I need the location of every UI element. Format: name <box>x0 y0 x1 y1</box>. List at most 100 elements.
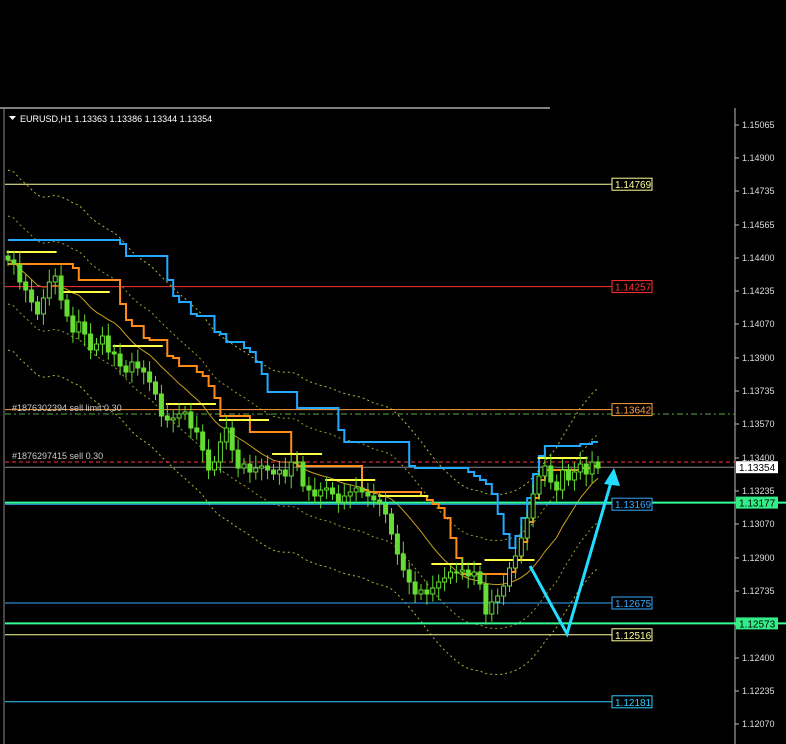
candle-body <box>589 461 595 475</box>
y-tick-label: 1.14070 <box>742 319 775 329</box>
candle-body <box>194 427 200 433</box>
candle-body <box>40 297 46 315</box>
candle-body <box>288 461 294 477</box>
y-tick-label: 1.13900 <box>742 353 775 363</box>
candle-body <box>212 461 217 471</box>
candle-body <box>153 381 158 395</box>
candle-body <box>306 485 312 491</box>
candle-body <box>448 571 453 579</box>
candle-body <box>206 449 212 471</box>
y-tick-label: 1.12235 <box>742 686 775 696</box>
candle-body <box>23 281 29 291</box>
candle-body <box>477 571 483 585</box>
candle-body <box>394 533 400 555</box>
candle-body <box>52 275 58 283</box>
candle-body <box>383 503 389 515</box>
candle-body <box>99 335 105 345</box>
candle-body <box>554 481 560 491</box>
candle-body <box>247 463 253 473</box>
candle-body <box>265 465 271 471</box>
candle-body <box>412 581 418 595</box>
candle-body <box>176 413 182 419</box>
candle-body <box>135 361 141 369</box>
candle-body <box>483 583 489 615</box>
candle-body <box>577 463 583 473</box>
candle-body <box>389 513 394 535</box>
candle-body <box>442 577 448 583</box>
candle-body <box>453 571 459 574</box>
green-level-label: 1.12573 <box>739 619 776 630</box>
candle-body <box>424 589 430 595</box>
level-label: 1.14769 <box>615 180 652 191</box>
current-price-label: 1.13354 <box>739 463 776 474</box>
candle-body <box>353 487 359 493</box>
candle-body <box>560 469 566 491</box>
candle-body <box>583 463 589 475</box>
candle-body <box>94 343 99 351</box>
level-label: 1.12181 <box>615 698 652 709</box>
candle-body <box>123 365 129 373</box>
candle-body <box>436 581 442 589</box>
candle-body <box>459 569 465 573</box>
y-tick-label: 1.14735 <box>742 186 775 196</box>
level-label: 1.13642 <box>615 406 652 417</box>
candle-body <box>17 263 23 283</box>
candle-body <box>507 567 512 587</box>
candle-body <box>141 367 147 373</box>
candle-body <box>300 461 306 487</box>
candle-body <box>241 463 247 469</box>
candle-body <box>217 441 223 463</box>
candle-body <box>501 585 507 597</box>
y-tick-label: 1.12400 <box>742 653 775 663</box>
candle-body <box>430 587 436 595</box>
order-label: #1876302394 sell limit 0.30 <box>12 403 122 413</box>
candle-body <box>495 595 501 603</box>
candle-body <box>253 467 259 473</box>
candle-body <box>365 491 371 497</box>
candle-body <box>324 487 330 491</box>
y-tick-label: 1.14400 <box>742 253 775 263</box>
candle-body <box>235 449 241 469</box>
candle-body <box>359 487 365 493</box>
level-label: 1.12675 <box>615 599 652 610</box>
candle-body <box>371 495 377 501</box>
candle-body <box>465 569 471 577</box>
candle-body <box>312 489 318 497</box>
y-tick-label: 1.14900 <box>742 153 775 163</box>
price-chart[interactable]: 1.15065 1.14900 1.14735 1.14565 1.14400 1.142… <box>0 0 786 744</box>
y-tick-label: 1.13235 <box>742 486 775 496</box>
candle-body <box>406 569 412 583</box>
candle-body <box>11 259 17 265</box>
green-level-label: 1.13177 <box>739 499 776 510</box>
candle-body <box>571 471 577 481</box>
candle-body <box>548 465 554 483</box>
candle-body <box>341 495 347 503</box>
candle-body <box>64 299 70 317</box>
candle-body <box>530 493 536 519</box>
y-tick-label: 1.12070 <box>742 719 775 729</box>
level-label: 1.13169 <box>615 500 652 511</box>
candle-body <box>5 255 11 261</box>
candle-body <box>489 601 495 615</box>
candle-body <box>188 411 194 429</box>
candle-body <box>566 469 571 481</box>
y-tick-label: 1.14235 <box>742 286 775 296</box>
candle-body <box>58 275 64 301</box>
candle-body <box>542 465 548 477</box>
chart-title: EURUSD,H1 1.13363 1.13386 1.13344 1.1335… <box>20 114 212 124</box>
candle-body <box>471 571 477 577</box>
candle-body <box>117 353 123 367</box>
candle-body <box>88 333 94 351</box>
candle-body <box>276 469 282 475</box>
candle-body <box>512 555 518 569</box>
y-tick-label: 1.13570 <box>742 419 775 429</box>
y-tick-label: 1.14565 <box>742 220 775 230</box>
candle-body <box>82 321 88 335</box>
candle-body <box>105 335 111 353</box>
candle-body <box>335 493 341 503</box>
candle-body <box>70 315 76 333</box>
candle-body <box>164 415 170 421</box>
level-label: 1.12516 <box>615 631 652 642</box>
order-label: #1876297415 sell 0.30 <box>12 451 103 461</box>
candle-body <box>536 475 542 495</box>
